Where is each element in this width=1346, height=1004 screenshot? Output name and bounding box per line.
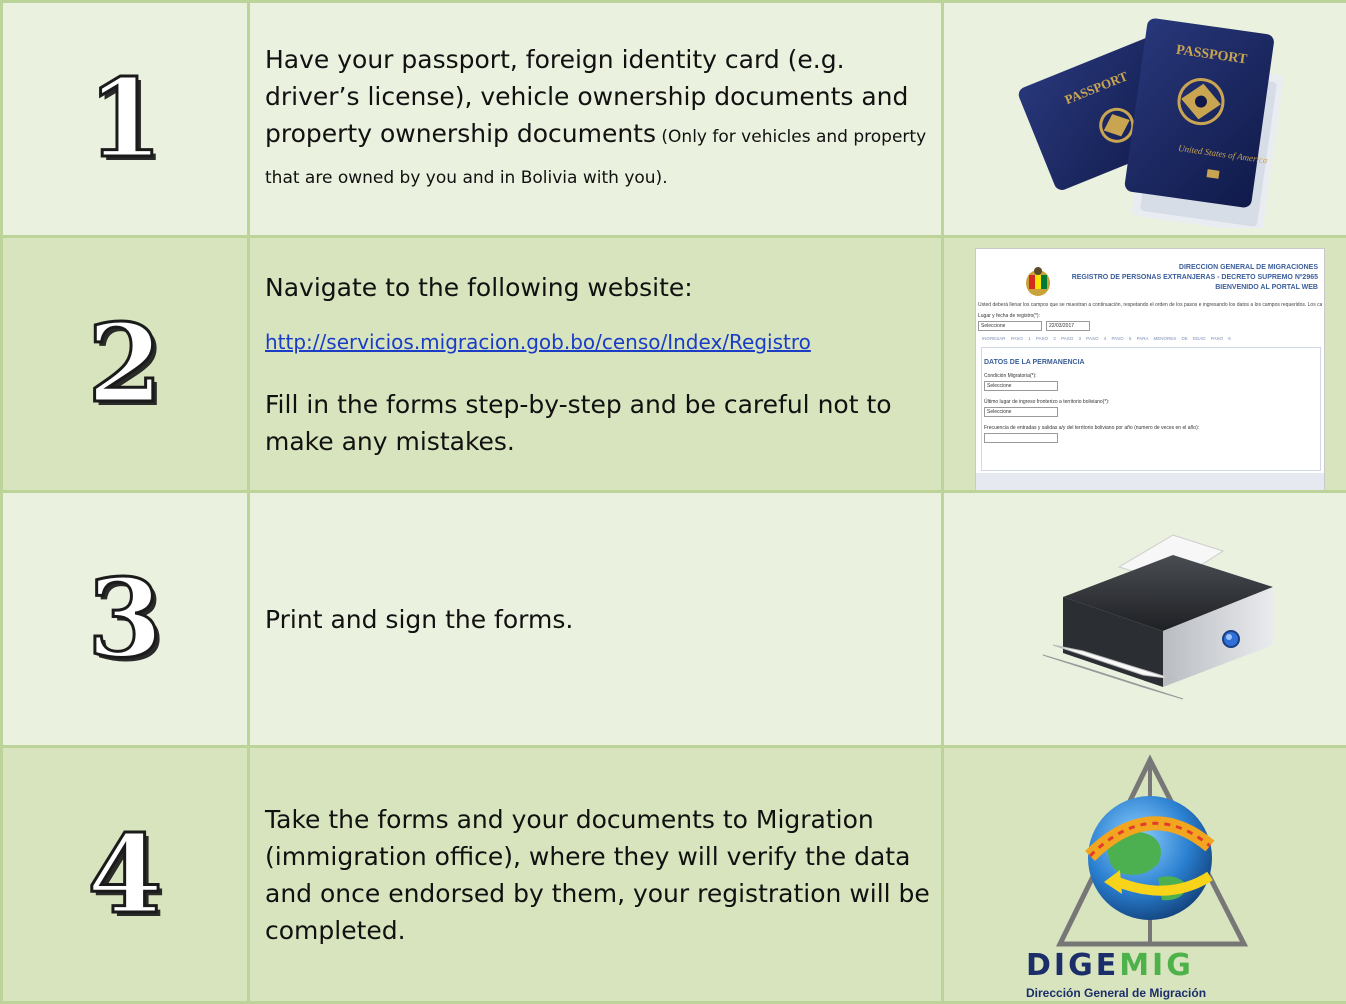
site-field2-select: Seleccione [984,407,1058,417]
site-field1-label: Condición Migratoria(*): [984,373,1037,379]
site-place-select: Seleccione [978,321,1042,331]
digemig-logo: DIGEMIG Dirección General de Migración [944,748,1346,1003]
passport-image: PASSPORT PASSPORT United States of Ame [1003,6,1303,228]
step-number: 4 [87,821,162,929]
website-screenshot: DIRECCION GENERAL DE MIGRACIONES REGISTR… [975,248,1325,492]
step-number: 1 [87,65,162,173]
site-header-line: DIRECCION GENERAL DE MIGRACIONES [1056,263,1318,273]
site-field2-label: Último lugar de ingreso fronterizo a ter… [984,399,1109,405]
step-text-cell: Print and sign the forms. [249,492,943,747]
site-section-title: DATOS DE LA PERMANENCIA [984,359,1085,366]
step-description: Print and sign the forms. [265,601,941,638]
steps-table: 1 Have your passport, foreign identity c… [0,0,1346,1004]
site-field3-input [984,433,1058,443]
step-row-3: 3 Print and sign the forms. [2,492,1346,747]
step-number: 3 [87,565,162,673]
step-number-cell: 1 [2,2,249,237]
step-row-4: 4 Take the forms and your documents to M… [2,747,1346,1003]
site-intro: Usted deberá llenar los campos que se mu… [978,302,1322,308]
step-intro: Navigate to the following website: [265,269,941,306]
step-text-cell: Take the forms and your documents to Mig… [249,747,943,1003]
digemig-wordmark-b: MIG [1119,948,1194,983]
digemig-subtitle: Dirección General de Migración [1026,986,1206,1000]
site-field1-select: Seleccione [984,381,1058,391]
step-description: Have your passport, foreign identity car… [265,41,941,197]
step-row-1: 1 Have your passport, foreign identity c… [2,2,1346,237]
digemig-wordmark-a: DIGE [1026,948,1119,983]
step-image-cell: DIGEMIG Dirección General de Migración [943,747,1346,1003]
site-date-field: 22/03/2017 [1046,321,1090,331]
site-field3-label: Frecuencia de entradas y salidas a/y del… [984,425,1199,431]
printer-image [1023,527,1283,707]
registration-link[interactable]: http://servicios.migracion.gob.bo/censo/… [265,330,941,354]
step-image-cell: DIRECCION GENERAL DE MIGRACIONES REGISTR… [943,237,1346,492]
site-header-line: REGISTRO DE PERSONAS EXTRANJERAS - DECRE… [1056,273,1318,283]
step-number-cell: 3 [2,492,249,747]
step-number: 2 [87,310,162,418]
step-text-cell: Navigate to the following website: http:… [249,237,943,492]
step-number-cell: 2 [2,237,249,492]
step-image-cell: PASSPORT PASSPORT United States of Ame [943,2,1346,237]
step-instructions: Fill in the forms step-by-step and be ca… [265,386,941,460]
site-tabs: INGRESAR PASO 1 PASO 2 PASO 3 PASO 4 PAS… [982,336,1231,341]
digemig-wordmark: DIGEMIG [1026,948,1194,983]
step-description: Take the forms and your documents to Mig… [265,801,941,949]
site-footer-bar [976,473,1324,492]
bolivia-emblem-icon [1021,265,1055,299]
site-place-label: Lugar y fecha de registro(*): [978,313,1040,319]
step-text-cell: Have your passport, foreign identity car… [249,2,943,237]
step-image-cell [943,492,1346,747]
step-number-cell: 4 [2,747,249,1003]
site-header-line: BIENVENIDO AL PORTAL WEB [1056,283,1318,293]
site-header: DIRECCION GENERAL DE MIGRACIONES REGISTR… [1056,263,1318,293]
step-row-2: 2 Navigate to the following website: htt… [2,237,1346,492]
